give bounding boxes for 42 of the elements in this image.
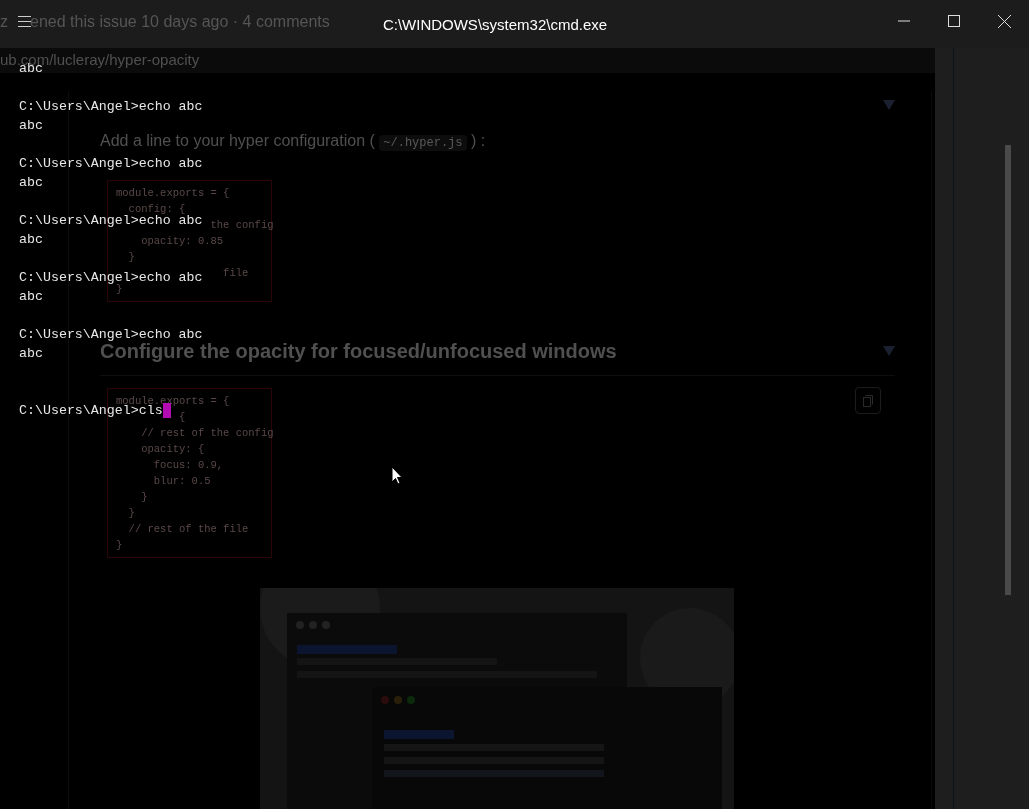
code-line: { [179, 410, 186, 425]
code-line: the config [210, 218, 274, 233]
code-line: module.exports = { [116, 394, 230, 407]
code-line: } [116, 538, 123, 553]
command-line: C:\Users\Angel>echo abc [19, 326, 203, 343]
issue-meta-text: ened this issue 10 days ago · 4 comments [30, 13, 330, 31]
code-line: } [141, 490, 148, 505]
command-line: C:\Users\Angel>echo abc [19, 98, 203, 116]
intro-text: Add a line to your hyper configuration ( ~/.hyper.js ) : [100, 131, 487, 153]
menu-icon[interactable] [18, 16, 31, 27]
output-line: abc [19, 345, 43, 363]
code-line: config: { [128, 202, 186, 215]
command-line: C:\Users\Angel>echo abc [19, 155, 203, 173]
command-line: C:\Users\Angel>echo abc [19, 213, 203, 230]
code-line: module.exports = { [116, 186, 230, 201]
code-line: focus: 0.9, [153, 458, 224, 473]
collapse-triangle-icon[interactable] [883, 346, 895, 356]
mouse-pointer-icon [391, 466, 403, 485]
collapse-triangle-icon[interactable] [883, 100, 895, 110]
minimize-icon [898, 20, 910, 22]
code-line: blur: 0.5 [153, 474, 211, 489]
output-line: abc [19, 174, 43, 192]
code-line: // rest of the config [141, 426, 274, 441]
code-line: } [116, 283, 123, 297]
code-line: opacity: { [141, 442, 205, 457]
command-line: C:\Users\Angel>echo abc [19, 269, 203, 285]
copy-button[interactable] [855, 387, 881, 414]
section-heading: Configure the opacity for focused/unfocused windows [100, 340, 617, 364]
maximize-icon [948, 15, 960, 27]
code-line: } [128, 506, 135, 521]
code-line: } [128, 250, 135, 265]
close-icon [997, 14, 1011, 28]
copy-icon [863, 394, 873, 407]
code-line: // rest of the file [128, 522, 249, 537]
output-line: abc [19, 117, 43, 135]
code-line: opacity: 0.85 [141, 234, 224, 249]
issue-meta-text: z [0, 13, 8, 31]
output-line: abc [19, 231, 43, 249]
output-line: abc [19, 288, 43, 306]
window-title: C:\WINDOWS\system32\cmd.exe [382, 16, 608, 33]
code-line: file [223, 266, 249, 281]
scrollbar-thumb[interactable] [1005, 145, 1011, 595]
